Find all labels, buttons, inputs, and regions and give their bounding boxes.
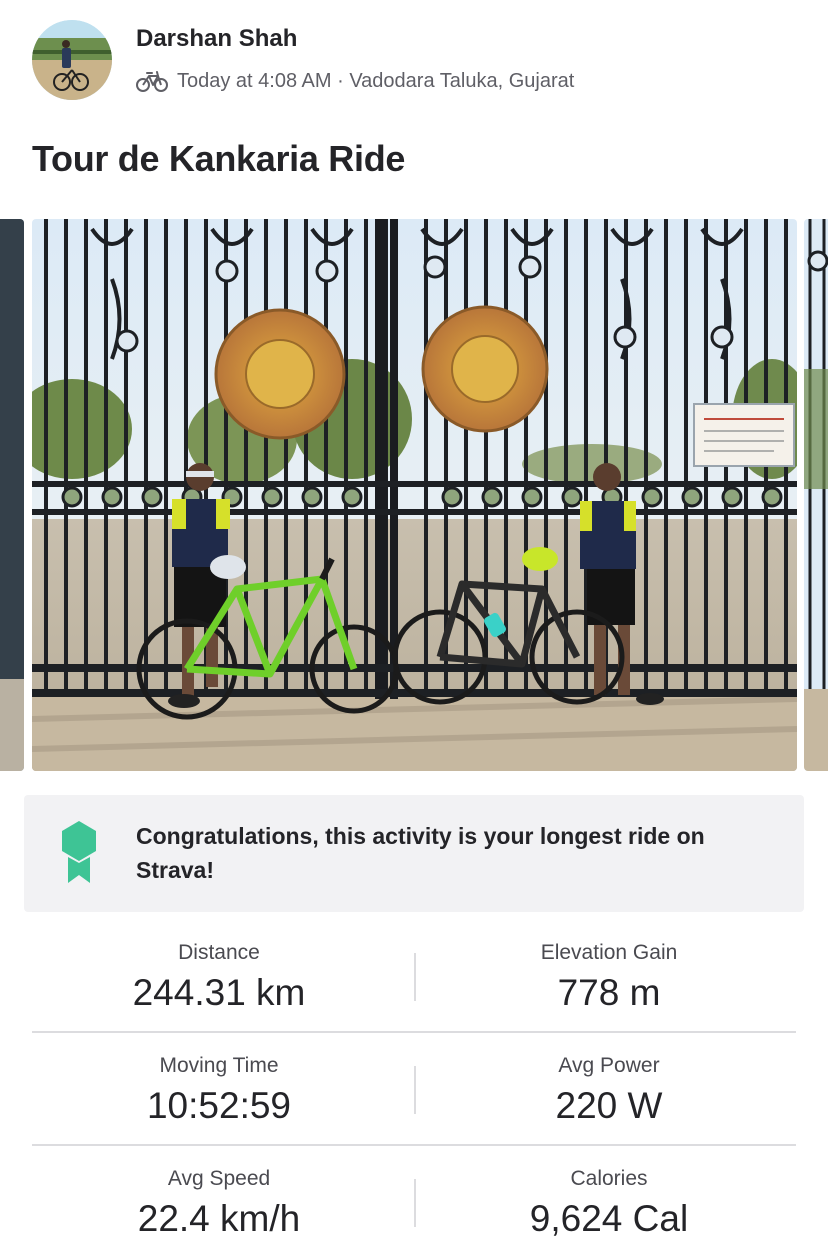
stats-row: Avg Speed 22.4 km/h Calories 9,624 Cal [32,1146,796,1259]
stat-divider [414,953,416,1001]
activity-photo[interactable] [32,219,797,771]
previous-photo-image [0,219,24,771]
achievement-banner[interactable]: Congratulations, this activity is your l… [24,795,804,912]
stat-value: 244.31 km [132,972,306,1013]
next-photo-image [804,219,828,771]
activity-location: Vadodara Taluka, Gujarat [349,69,575,92]
stat-label: Calories [570,1167,648,1190]
stat-label: Avg Power [558,1054,660,1077]
bike-icon [136,71,168,92]
stat-label: Moving Time [159,1054,279,1077]
stat-distance: Distance 244.31 km [32,920,406,1016]
stat-avg-power: Avg Power 220 W [422,1033,796,1129]
award-ribbon-icon [62,821,96,883]
avatar-image [32,20,112,100]
stat-divider [414,1066,416,1114]
achievement-message: Congratulations, this activity is your l… [136,823,705,883]
stat-value: 22.4 km/h [137,1198,301,1239]
activity-photo-image [32,219,797,771]
stat-moving-time: Moving Time 10:52:59 [32,1033,406,1129]
stat-elevation-gain: Elevation Gain 778 m [422,920,796,1016]
stat-divider [414,1179,416,1227]
next-photo-peek[interactable] [804,219,828,771]
author-name[interactable]: Darshan Shah [136,25,297,53]
stat-calories: Calories 9,624 Cal [422,1146,796,1242]
stat-value: 10:52:59 [146,1085,292,1126]
activity-stats: Distance 244.31 km Elevation Gain 778 m … [32,920,796,1259]
stats-row: Moving Time 10:52:59 Avg Power 220 W [32,1033,796,1146]
stat-label: Avg Speed [167,1167,271,1190]
stat-value: 778 m [557,972,661,1013]
stat-label: Distance [178,941,260,964]
photo-carousel[interactable] [0,219,828,771]
stats-row: Distance 244.31 km Elevation Gain 778 m [32,920,796,1033]
avatar[interactable] [32,20,112,100]
activity-header: Darshan Shah Today at 4:08 AM · Vadodara… [32,20,812,104]
stat-value: 220 W [555,1085,663,1126]
stat-value: 9,624 Cal [529,1198,689,1239]
stat-avg-speed: Avg Speed 22.4 km/h [32,1146,406,1242]
activity-timestamp: Today at 4:08 AM [177,69,332,92]
activity-title[interactable]: Tour de Kankaria Ride [32,138,405,180]
meta-separator: · [331,69,350,92]
stat-label: Elevation Gain [540,941,678,964]
previous-photo-peek[interactable] [0,219,24,771]
activity-meta: Today at 4:08 AM · Vadodara Taluka, Guja… [136,66,574,96]
